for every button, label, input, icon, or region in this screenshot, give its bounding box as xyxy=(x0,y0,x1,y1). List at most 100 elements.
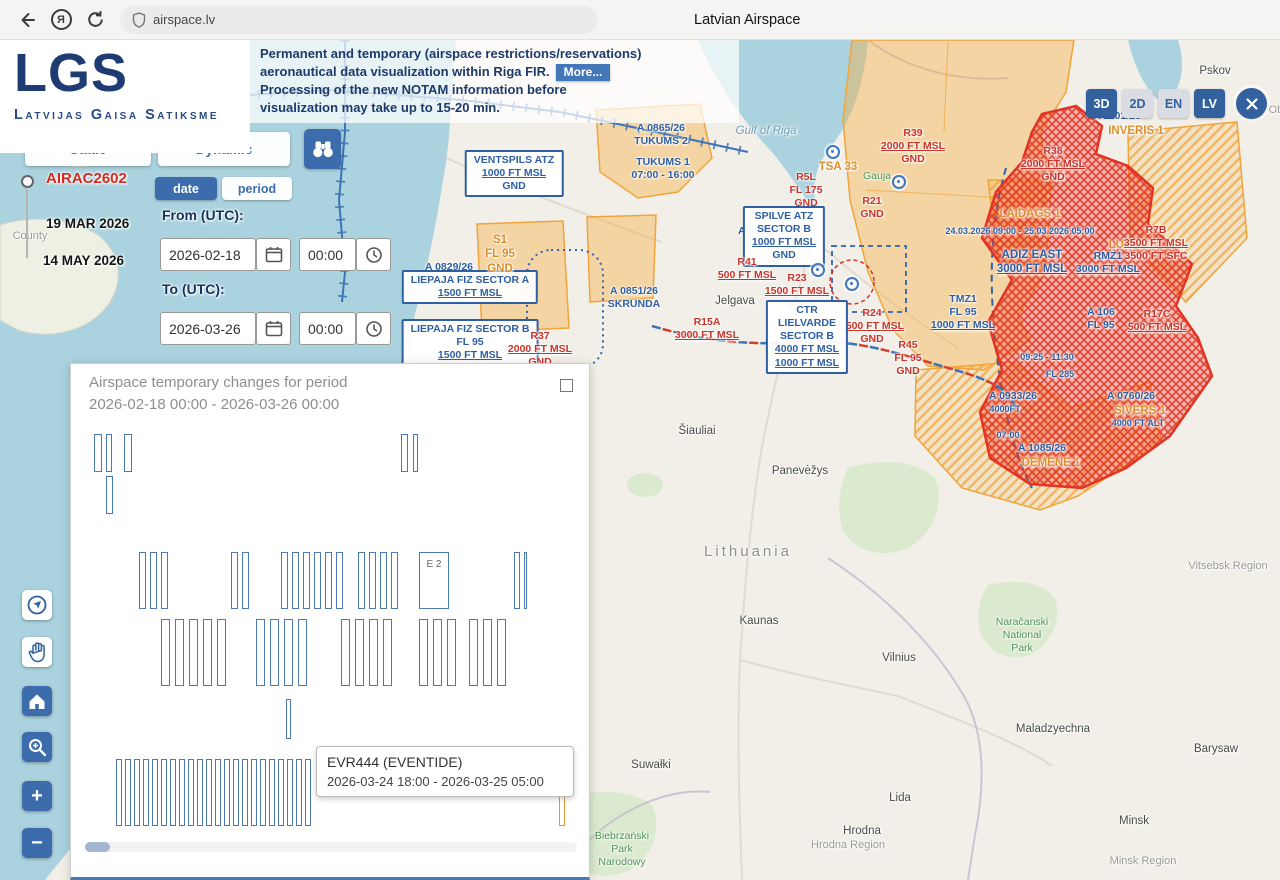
close-button[interactable] xyxy=(1236,88,1267,119)
gantt-bar[interactable] xyxy=(188,759,194,826)
gantt-bar[interactable] xyxy=(433,619,442,686)
gantt-scroll-handle[interactable] xyxy=(85,842,110,852)
gantt-bar[interactable] xyxy=(224,759,230,826)
zoom-box-button[interactable] xyxy=(22,732,52,762)
gantt-bar[interactable] xyxy=(413,434,418,472)
gantt-bar[interactable] xyxy=(139,552,146,609)
gantt-bar[interactable] xyxy=(143,759,149,826)
gantt-bar[interactable] xyxy=(116,759,122,826)
gantt-bar[interactable] xyxy=(125,759,131,826)
gantt-bar[interactable] xyxy=(447,619,456,686)
gantt-bar[interactable] xyxy=(296,759,302,826)
gantt-scrollbar[interactable] xyxy=(85,842,577,852)
gantt-bar[interactable] xyxy=(497,619,506,686)
gantt-bar[interactable] xyxy=(355,619,364,686)
gantt-bar[interactable] xyxy=(391,552,398,609)
airac-slider-knob[interactable] xyxy=(21,175,34,188)
gantt-bar[interactable] xyxy=(242,552,249,609)
gantt-bar[interactable] xyxy=(524,552,527,609)
gantt-bar[interactable] xyxy=(175,619,184,686)
gantt-bar[interactable] xyxy=(260,759,266,826)
gantt-bar[interactable] xyxy=(256,619,265,686)
gantt-bar[interactable] xyxy=(314,552,321,609)
from-date-input[interactable] xyxy=(160,238,256,271)
gantt-bar[interactable] xyxy=(419,619,428,686)
gantt-area[interactable]: E 2 xyxy=(71,364,589,877)
gantt-bar[interactable] xyxy=(270,619,279,686)
gantt-bar[interactable] xyxy=(278,759,284,826)
gantt-bar[interactable] xyxy=(189,619,198,686)
gantt-bar[interactable] xyxy=(292,552,299,609)
gantt-bar[interactable] xyxy=(106,434,112,472)
zoom-in-button[interactable]: + xyxy=(22,781,52,811)
gantt-bar[interactable] xyxy=(380,552,387,609)
lang-lv-button[interactable]: LV xyxy=(1194,89,1225,118)
gantt-bar[interactable] xyxy=(341,619,350,686)
period-mode-button[interactable]: period xyxy=(222,177,292,200)
gantt-bar[interactable] xyxy=(161,619,170,686)
gantt-bar[interactable] xyxy=(179,759,185,826)
gantt-bar[interactable] xyxy=(242,759,248,826)
address-bar[interactable]: airspace.lv xyxy=(120,6,598,34)
gantt-bar[interactable] xyxy=(161,552,168,609)
gantt-bar[interactable] xyxy=(514,552,520,609)
zoom-out-button[interactable]: − xyxy=(22,828,52,858)
search-areas-button[interactable] xyxy=(304,129,341,169)
gantt-bar[interactable] xyxy=(94,434,102,472)
from-clock-button[interactable] xyxy=(356,238,391,271)
banner-line-2-text: aeronautical data visualization within R… xyxy=(260,64,550,79)
airac-slider-track xyxy=(26,190,28,258)
more-button[interactable]: More... xyxy=(556,64,611,82)
gantt-bar[interactable] xyxy=(286,699,291,739)
gantt-bar[interactable] xyxy=(284,619,293,686)
gantt-bar[interactable] xyxy=(281,552,288,609)
locate-button[interactable] xyxy=(22,590,52,620)
gantt-bar[interactable] xyxy=(401,434,408,472)
gantt-bar[interactable] xyxy=(369,552,376,609)
gantt-bar[interactable] xyxy=(269,759,275,826)
gantt-bar[interactable] xyxy=(251,759,257,826)
gantt-bar[interactable] xyxy=(298,619,307,686)
gantt-bar[interactable] xyxy=(358,552,365,609)
gantt-bar[interactable] xyxy=(152,759,158,826)
view-2d-button[interactable]: 2D xyxy=(1122,89,1153,118)
gantt-bar[interactable] xyxy=(215,759,221,826)
gantt-bar[interactable]: E 2 xyxy=(419,552,449,609)
view-3d-button[interactable]: 3D xyxy=(1086,89,1117,118)
gantt-bar[interactable] xyxy=(134,759,140,826)
to-clock-button[interactable] xyxy=(356,312,391,345)
gantt-bar[interactable] xyxy=(150,552,157,609)
from-calendar-button[interactable] xyxy=(256,238,291,271)
gantt-bar[interactable] xyxy=(231,552,238,609)
browser-start-button[interactable]: Я xyxy=(44,3,78,37)
gantt-bar[interactable] xyxy=(336,552,343,609)
to-calendar-button[interactable] xyxy=(256,312,291,345)
gantt-bar[interactable] xyxy=(287,759,293,826)
back-button[interactable] xyxy=(10,3,44,37)
gantt-bar[interactable] xyxy=(170,759,176,826)
to-utc-label: To (UTC): xyxy=(162,281,225,297)
gantt-bar[interactable] xyxy=(197,759,203,826)
lang-en-button[interactable]: EN xyxy=(1158,89,1189,118)
gantt-bar[interactable] xyxy=(303,552,310,609)
gantt-bar[interactable] xyxy=(203,619,212,686)
to-date-input[interactable] xyxy=(160,312,256,345)
gantt-bar[interactable] xyxy=(124,434,132,472)
gantt-bar[interactable] xyxy=(233,759,239,826)
gantt-bar[interactable] xyxy=(206,759,212,826)
gantt-bar[interactable] xyxy=(483,619,492,686)
gantt-bar[interactable] xyxy=(106,476,113,514)
date-mode-button[interactable]: date xyxy=(155,177,217,200)
pan-button[interactable] xyxy=(22,637,52,667)
gantt-bar[interactable] xyxy=(383,619,392,686)
gantt-bar[interactable] xyxy=(305,759,311,826)
gantt-bar[interactable] xyxy=(217,619,226,686)
home-view-button[interactable] xyxy=(22,686,52,716)
from-time-input[interactable] xyxy=(299,238,356,271)
gantt-bar[interactable] xyxy=(369,619,378,686)
to-time-input[interactable] xyxy=(299,312,356,345)
gantt-bar[interactable] xyxy=(469,619,478,686)
gantt-bar[interactable] xyxy=(325,552,332,609)
reload-button[interactable] xyxy=(78,3,112,37)
gantt-bar[interactable] xyxy=(161,759,167,826)
